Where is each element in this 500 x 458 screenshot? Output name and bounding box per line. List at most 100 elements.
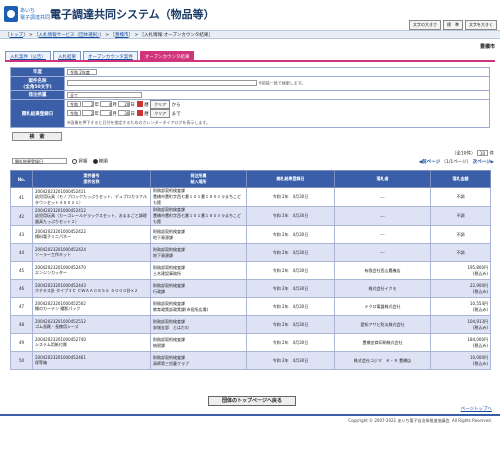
- logo[interactable]: あいち 電子調達共同: [4, 6, 50, 24]
- font-size-standard-button[interactable]: 標 準: [443, 20, 463, 30]
- row-amount: 195,800円 (税込み): [430, 261, 491, 280]
- row-winner: ---: [334, 225, 431, 244]
- tab-underline: [5, 60, 495, 62]
- back-to-top-button[interactable]: 団体のトップページへ戻る: [208, 396, 296, 406]
- col-date: 開札結果登録日: [246, 170, 335, 188]
- row-date: 令和 2年 4月30日: [246, 279, 335, 298]
- row-no: 47: [10, 297, 33, 316]
- fiscal-year-label: 年度: [10, 67, 65, 77]
- page-top-link[interactable]: ページトップへ: [461, 406, 492, 412]
- table-row: 47 20042023201000452502 棚のカーテン 撮影パック 財務部契約検…: [10, 297, 491, 316]
- row-date: 令和 2年 4月30日: [246, 261, 335, 280]
- row-amount: 不調: [430, 187, 491, 207]
- page-info: （1/1ページ）: [441, 159, 472, 165]
- case-name: 標料電子ミニパネー: [35, 234, 71, 239]
- to-clear-button[interactable]: クリア: [150, 108, 171, 118]
- sort-controls: 開札結果登録日 昇順 降順: [12, 158, 108, 165]
- footer-divider: [0, 414, 500, 416]
- font-size-small-button[interactable]: 文字の大きさ: [409, 20, 441, 30]
- search-form: 年度 令和 2年度 案件名称 (全角50文字) ※前段一致で検索します。 発注所…: [10, 67, 490, 128]
- row-case: 20042023201000452412 幼児用玩具（カーゴレールデラックスセット…: [32, 206, 151, 226]
- case-name-label: 案件名称 (全角50文字): [10, 76, 65, 91]
- row-dept: 財務部契約検査課 安城支部 とはだの: [150, 315, 247, 334]
- row-amount: 10,554円 (税込み): [430, 297, 491, 316]
- table-row: 45 20042023201000452470 エンジンカッター 財務部契約検査課 土木…: [10, 261, 491, 280]
- date-to-row: 令和 2年 4月 30日 暦 クリア まで: [67, 108, 487, 119]
- row-dept: 財務部契約検査課 納税課: [150, 333, 247, 352]
- breadcrumb-service[interactable]: 入札情報サービス（団体選択）: [39, 33, 100, 38]
- case-name: 棚のカーテン 撮影パック: [35, 306, 81, 311]
- from-year-input[interactable]: 2: [82, 101, 95, 107]
- case-name-input[interactable]: [67, 80, 257, 87]
- from-month-input[interactable]: 4: [100, 101, 113, 107]
- table-row: 41 20042023201000452411 幼児用玩具（モノブロックたっぷりセッ…: [10, 187, 491, 207]
- calendar-icon[interactable]: [137, 110, 144, 116]
- to-day-input[interactable]: 30: [118, 110, 131, 116]
- row-amount: 不調: [430, 243, 491, 262]
- breadcrumb-current: 入札情報:オープンカウンタ結果: [144, 33, 209, 38]
- from-era-select[interactable]: 令和: [67, 101, 81, 107]
- row-dept: 財務部契約検査課 高師第三児童クラブ: [150, 351, 247, 370]
- prev-page-link[interactable]: ◀前ページ: [419, 160, 440, 165]
- breadcrumb-top[interactable]: トップ: [10, 33, 24, 38]
- row-case: 20042023201000452443 ホチキス針 タイプ３Ｃ ＣＷＡＡ０８５６…: [32, 279, 151, 298]
- delivery-place: 安城支部 とはだの: [153, 324, 189, 330]
- row-no: 50: [10, 351, 33, 370]
- row-date: 令和 2年 4月30日: [246, 206, 335, 226]
- from-day-input[interactable]: 20: [118, 101, 131, 107]
- case-name: ゴム長靴・長携用シーズ: [35, 324, 79, 329]
- copyright: Copyright © 2007-2021 あいち電子自治体推進協議会. All…: [348, 418, 492, 423]
- logo-text-line1: あいち: [20, 8, 36, 14]
- department-select[interactable]: 全て: [67, 91, 142, 98]
- date-from-row: 令和 2年 4月 20日 暦 クリア から: [67, 99, 487, 110]
- font-size-large-button[interactable]: 文字を大きく: [465, 20, 497, 30]
- row-date: 令和 2年 4月30日: [246, 243, 335, 262]
- row-case: 20042023201000452461 保等箱: [32, 351, 151, 370]
- row-dept: 財務部契約検査課 豊橋市豊町字西七番１０１番１８０ミラまちこども館: [150, 206, 247, 226]
- delivery-place: 行政課: [153, 288, 165, 294]
- result-date-label: 開札結果登録日: [10, 99, 65, 128]
- search-button[interactable]: 検 索: [12, 132, 62, 141]
- table-row: 42 20042023201000452412 幼児用玩具（カーゴレールデラックスセ…: [10, 206, 491, 226]
- to-era-select[interactable]: 令和: [67, 110, 81, 116]
- sort-asc-radio[interactable]: [72, 158, 78, 164]
- result-count: （全10件）: [451, 151, 476, 157]
- row-dept: 財務部契約検査課 地下資源課: [150, 225, 247, 244]
- to-year-input[interactable]: 2: [82, 110, 95, 116]
- delivery-place: 教育政策部政策課(市役所広場): [153, 306, 209, 312]
- per-page-select[interactable]: 10: [476, 150, 489, 156]
- fiscal-year-select[interactable]: 令和 2年度: [67, 68, 97, 75]
- row-date: 令和 2年 4月30日: [246, 333, 335, 352]
- from-clear-button[interactable]: クリア: [150, 99, 171, 109]
- col-winner: 落札者: [334, 170, 431, 188]
- sort-field-select[interactable]: 開札結果登録日: [12, 158, 67, 164]
- breadcrumb-city[interactable]: 豊橋市: [115, 33, 129, 38]
- row-amount: 不調: [430, 206, 491, 226]
- row-winner: 愛知アサヒ防災株式会社: [334, 315, 431, 334]
- row-case: 20042023201000452502 棚のカーテン 撮影パック: [32, 297, 151, 316]
- results-header-row: No. 案件番号 案件名称 発注所属 納入場所 開札結果登録日 落札者 落札金額: [10, 170, 491, 188]
- breadcrumb: ［トップ］ > ［入札情報サービス（団体選択）］ > ［豊橋市］ > ［入札情報…: [5, 33, 213, 38]
- col-amount: 落札金額: [430, 170, 491, 188]
- to-month-input[interactable]: 4: [100, 110, 113, 116]
- row-winner: 株式会社イクモ: [334, 279, 431, 298]
- sort-desc-radio[interactable]: [92, 158, 98, 164]
- row-winner: 豊橋金商印刷株式会社: [334, 333, 431, 352]
- row-no: 42: [10, 206, 33, 226]
- row-case: 20042023201000452422 標料電子ミニパネー: [32, 225, 151, 244]
- row-winner: ---: [334, 187, 431, 207]
- next-page-link[interactable]: 次ページ▶: [473, 160, 494, 165]
- row-amount: 104,913円 (税込み): [430, 315, 491, 334]
- table-row: 43 20042023201000452422 標料電子ミニパネー 財務部契約検査課地…: [10, 225, 491, 244]
- table-row: 46 20042023201000452443 ホチキス針 タイプ３Ｃ ＣＷＡＡ０８…: [10, 279, 491, 298]
- row-amount: 10,000円 (税込み): [430, 351, 491, 370]
- row-case: 20042023201000452740 システム用紙付属: [32, 333, 151, 352]
- delivery-place: 豊橋市豊町字西七番１０１番１８０ミラまちこども館: [153, 213, 241, 224]
- row-date: 令和 2年 4月30日: [246, 297, 335, 316]
- row-amount: 184,000円 (税込み): [430, 333, 491, 352]
- case-name: エンジンカッター: [35, 270, 67, 275]
- site-header: あいち 電子調達共同 電子調達共同システム（物品等） 文字の大きさ 標 準 文字…: [0, 0, 500, 30]
- calendar-icon[interactable]: [137, 101, 144, 107]
- col-case: 案件番号 案件名称: [32, 170, 151, 188]
- results-table: No. 案件番号 案件名称 発注所属 納入場所 開札結果登録日 落札者 落札金額 4…: [10, 170, 491, 370]
